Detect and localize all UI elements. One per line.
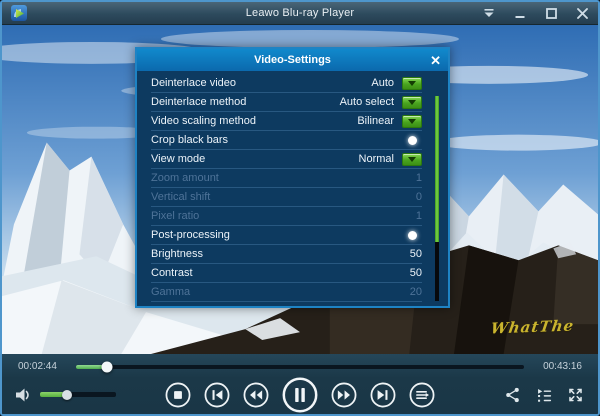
setting-label: View mode [151,153,359,165]
volume-handle[interactable] [62,390,72,400]
settings-row[interactable]: Vertical shift 0 [151,188,422,207]
seek-bar[interactable] [76,365,524,369]
close-icon[interactable] [574,5,590,21]
player-window: Leawo Blu-ray Player [0,0,600,416]
chevron-down-icon [408,157,416,162]
settings-row[interactable]: Brightness 50 [151,245,422,264]
setting-label: Zoom amount [151,172,416,184]
setting-value: 0 [416,191,422,203]
chevron-down-icon [408,119,416,124]
minimize-icon[interactable] [512,5,528,21]
toggle-dot[interactable] [408,231,417,240]
setting-label: Gamma [151,286,410,298]
setting-control-slot [402,231,422,240]
dialog-close-icon[interactable]: ✕ [430,49,441,71]
dialog-scrollbar[interactable] [435,96,439,301]
queue-button[interactable] [408,381,436,409]
setting-control-slot [402,115,422,128]
dialog-title: Video-Settings [137,54,448,66]
setting-label: Vertical shift [151,191,416,203]
setting-value: Normal [359,153,394,165]
setting-label: Deinterlace video [151,77,371,89]
speaker-icon[interactable] [14,387,32,403]
setting-value: 1 [416,172,422,184]
setting-value: 20 [410,286,422,298]
setting-label: Deinterlace method [151,96,340,108]
setting-label: Contrast [151,267,410,279]
dialog-header: Video-Settings ✕ [137,49,448,71]
setting-value: 1 [416,210,422,222]
pause-button[interactable] [281,376,319,414]
fast-forward-button[interactable] [330,381,358,409]
setting-label: Crop black bars [151,134,394,146]
setting-value: Auto select [340,96,394,108]
dropdown-button[interactable] [402,96,422,109]
setting-control-slot [402,96,422,109]
settings-row[interactable]: Contrast 50 [151,264,422,283]
settings-list: Deinterlace video Auto Deinterlace metho… [151,74,422,302]
total-time: 00:43:16 [534,361,582,372]
next-button[interactable] [369,381,397,409]
volume-group [14,387,116,403]
maximize-icon[interactable] [543,5,559,21]
playback-controls [164,376,436,414]
settings-row[interactable]: Pixel ratio 1 [151,207,422,226]
settings-row[interactable]: Crop black bars [151,131,422,150]
control-bar: 00:02:44 00:43:16 [2,354,598,414]
menu-icon[interactable] [481,5,497,21]
setting-control-slot [402,153,422,166]
previous-button[interactable] [203,381,231,409]
watermark-text: WhatThe [489,317,575,338]
setting-label: Video scaling method [151,115,357,127]
video-settings-dialog: Video-Settings ✕ Deinterlace video Auto … [135,47,450,308]
dropdown-button[interactable] [402,115,422,128]
settings-row[interactable]: Deinterlace video Auto [151,74,422,93]
dialog-scrollbar-thumb[interactable] [435,96,439,242]
playlist-icon[interactable] [535,386,553,403]
titlebar: Leawo Blu-ray Player [2,2,598,25]
setting-value: Bilinear [357,115,394,127]
setting-label: Pixel ratio [151,210,416,222]
settings-row[interactable]: Deinterlace method Auto select [151,93,422,112]
setting-control-slot [402,77,422,90]
settings-row[interactable]: Video scaling method Bilinear [151,112,422,131]
volume-slider[interactable] [40,392,116,397]
settings-row[interactable]: Gamma 20 [151,283,422,302]
settings-row[interactable]: View mode Normal [151,150,422,169]
rewind-button[interactable] [242,381,270,409]
setting-value: 50 [410,267,422,279]
fullscreen-icon[interactable] [567,386,584,403]
setting-label: Post-processing [151,229,394,241]
stop-button[interactable] [164,381,192,409]
settings-row[interactable]: Post-processing [151,226,422,245]
elapsed-time: 00:02:44 [18,361,66,372]
setting-label: Brightness [151,248,410,260]
dropdown-button[interactable] [402,77,422,90]
share-icon[interactable] [504,386,521,403]
setting-value: Auto [371,77,394,89]
right-controls [504,386,584,403]
toggle-dot[interactable] [408,136,417,145]
dropdown-button[interactable] [402,153,422,166]
chevron-down-icon [408,100,416,105]
setting-value: 50 [410,248,422,260]
chevron-down-icon [408,81,416,86]
seek-handle[interactable] [102,361,113,372]
leawo-logo-icon [10,4,28,22]
settings-row[interactable]: Zoom amount 1 [151,169,422,188]
setting-control-slot [402,136,422,145]
